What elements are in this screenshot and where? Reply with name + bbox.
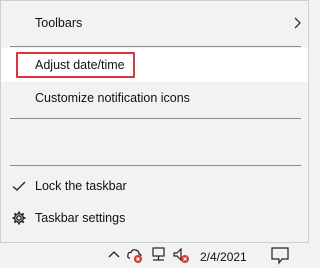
- chevron-right-icon: [294, 17, 301, 29]
- chevron-up-icon[interactable]: [105, 246, 123, 264]
- menu-item-toolbars[interactable]: Toolbars: [1, 6, 308, 40]
- menu-separator: [10, 118, 301, 119]
- cloud-error-icon[interactable]: [126, 246, 144, 264]
- taskbar-context-menu: Toolbars Adjust date/time Customize noti…: [0, 0, 309, 243]
- taskbar-date[interactable]: 2/4/2021: [200, 250, 247, 264]
- highlight-annotation-box: [16, 52, 135, 78]
- menu-separator: [10, 165, 301, 166]
- menu-item-taskbar-settings[interactable]: Taskbar settings: [1, 201, 308, 235]
- menu-item-label: Toolbars: [35, 16, 83, 30]
- taskbar: 2/4/2021: [0, 243, 309, 268]
- checkmark-icon: [12, 181, 26, 191]
- menu-item-label: Lock the taskbar: [35, 179, 127, 193]
- menu-item-label: Customize notification icons: [35, 91, 190, 105]
- network-icon[interactable]: [150, 246, 168, 264]
- menu-separator: [10, 46, 301, 47]
- notification-icon[interactable]: [270, 245, 290, 265]
- gear-icon: [12, 211, 26, 225]
- menu-item-label: Taskbar settings: [35, 211, 126, 225]
- menu-item-customize-notification-icons[interactable]: Customize notification icons: [1, 81, 308, 115]
- volume-muted-icon[interactable]: [172, 246, 190, 264]
- menu-item-lock-taskbar[interactable]: Lock the taskbar: [1, 169, 308, 203]
